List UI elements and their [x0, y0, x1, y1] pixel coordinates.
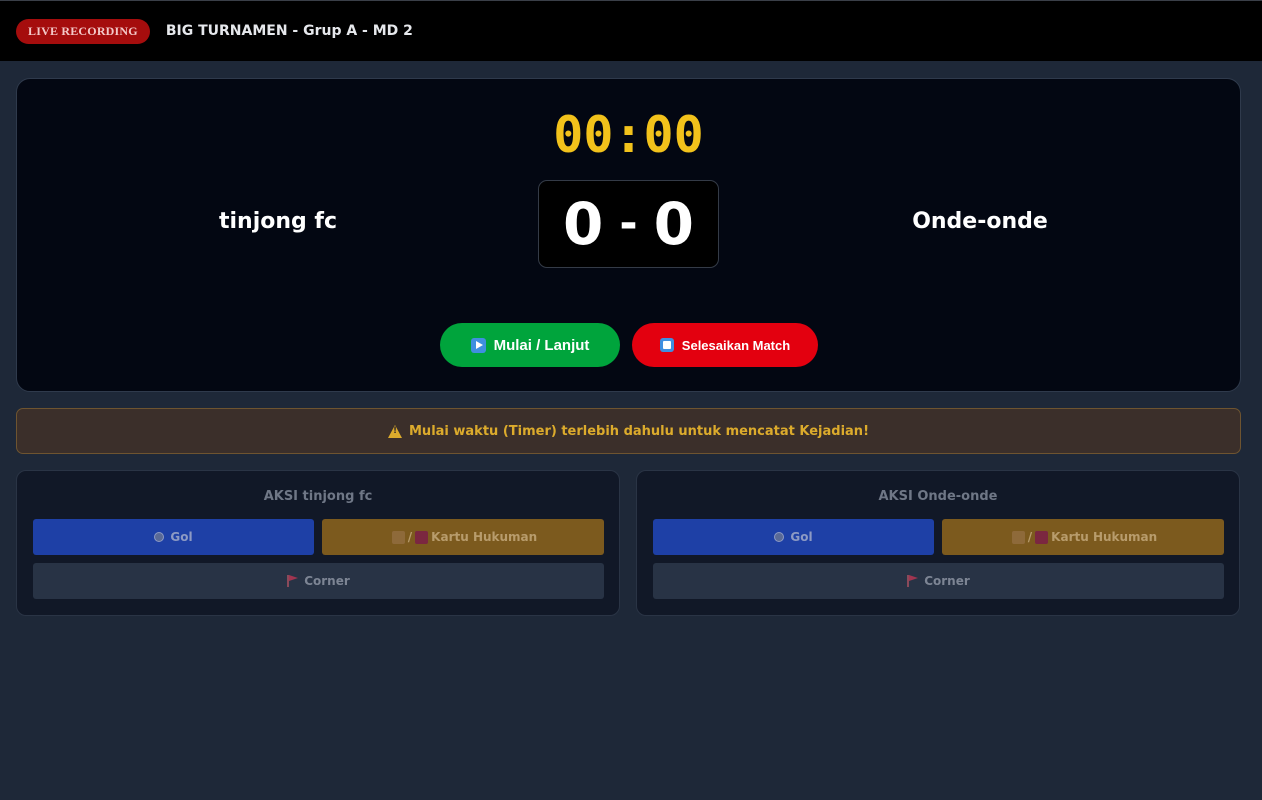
card-separator: /	[1027, 530, 1033, 544]
finish-match-label: Selesaikan Match	[681, 337, 791, 353]
home-team-name: tinjong fc	[218, 209, 338, 234]
home-goal-button[interactable]: Gol	[33, 519, 314, 555]
score-display: 0 - 0	[538, 180, 719, 268]
card-separator: /	[407, 530, 413, 544]
home-card-button[interactable]: / Kartu Hukuman	[322, 519, 604, 555]
match-title: BIG TURNAMEN - Grup A - MD 2	[165, 23, 413, 39]
finish-match-button[interactable]: Selesaikan Match	[632, 323, 818, 367]
away-goal-button[interactable]: Gol	[653, 519, 934, 555]
away-corner-label: Corner	[924, 574, 970, 588]
scoreboard: 00:00 tinjong fc 0 - 0 Onde-onde Mulai /…	[16, 78, 1241, 392]
live-recording-badge: LIVE RECORDING	[16, 18, 150, 44]
warning-icon	[388, 424, 402, 438]
start-resume-button[interactable]: Mulai / Lanjut	[440, 323, 620, 367]
away-corner-button[interactable]: Corner	[653, 563, 1224, 599]
warning-text: Mulai waktu (Timer) terlebih dahulu untu…	[409, 423, 869, 439]
away-actions-panel: AKSI Onde-onde Gol / Kartu Hukuman Corne…	[636, 470, 1240, 616]
home-score: 0	[563, 190, 604, 258]
home-actions-panel: AKSI tinjong fc Gol / Kartu Hukuman Corn…	[16, 470, 620, 616]
away-actions-title: AKSI Onde-onde	[878, 489, 998, 504]
away-card-button[interactable]: / Kartu Hukuman	[942, 519, 1224, 555]
yellow-card-icon	[391, 530, 405, 544]
home-actions-title: AKSI tinjong fc	[263, 489, 373, 504]
home-corner-label: Corner	[304, 574, 350, 588]
match-timer: 00:00	[553, 106, 704, 164]
stop-icon	[659, 338, 674, 352]
away-score: 0	[653, 190, 694, 258]
away-card-label: Kartu Hukuman	[1051, 530, 1158, 544]
away-team-name: Onde-onde	[912, 209, 1048, 234]
home-card-label: Kartu Hukuman	[431, 530, 538, 544]
soccer-ball-icon	[154, 532, 165, 542]
play-icon	[470, 337, 486, 353]
timer-warning-banner: Mulai waktu (Timer) terlebih dahulu untu…	[16, 408, 1241, 454]
yellow-card-icon	[1011, 530, 1025, 544]
red-card-icon	[415, 530, 429, 544]
top-bar: LIVE RECORDING BIG TURNAMEN - Grup A - M…	[0, 0, 1262, 61]
start-resume-label: Mulai / Lanjut	[493, 336, 590, 354]
soccer-ball-icon	[774, 532, 785, 542]
corner-flag-icon	[287, 575, 299, 587]
corner-flag-icon	[907, 575, 919, 587]
away-goal-label: Gol	[790, 530, 813, 544]
score-separator: -	[619, 198, 638, 249]
home-corner-button[interactable]: Corner	[33, 563, 604, 599]
red-card-icon	[1035, 530, 1049, 544]
home-goal-label: Gol	[170, 530, 193, 544]
